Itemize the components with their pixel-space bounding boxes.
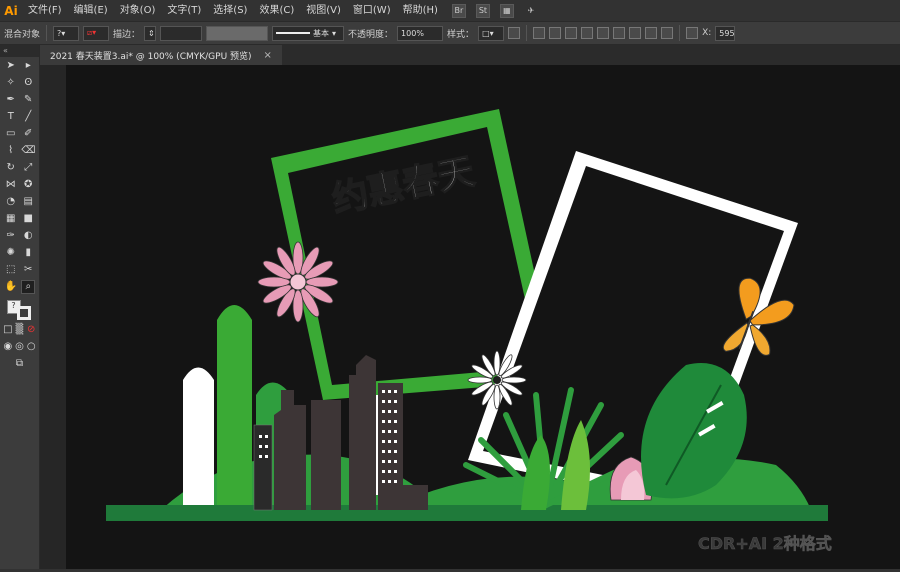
type-tool-icon[interactable]: T [4, 110, 18, 124]
hand-tool-icon[interactable]: ✋ [4, 280, 18, 294]
menu-file[interactable]: 文件(F) [22, 0, 68, 21]
screen-mode-icon[interactable]: ⧉ [13, 357, 27, 371]
white-pillar [183, 367, 214, 505]
width-tool-icon[interactable]: ⋈ [4, 178, 18, 192]
divider [526, 25, 528, 41]
fill-stroke-swatch-icon[interactable]: ? [5, 300, 35, 320]
artwork: 约惠春天 CDR+AI 2种格式 [106, 109, 832, 553]
menu-view[interactable]: 视图(V) [300, 0, 347, 21]
distribute-icon[interactable] [629, 27, 642, 39]
menu-edit[interactable]: 编辑(E) [68, 0, 114, 21]
gpu-performance-icon[interactable]: ✈ [524, 4, 538, 18]
shape-builder-tool-icon[interactable]: ◔ [4, 195, 18, 209]
menu-select[interactable]: 选择(S) [207, 0, 253, 21]
artboard-canvas[interactable]: 约惠春天 CDR+AI 2种格式 [66, 65, 900, 569]
tools-panel-collapse-icon[interactable]: « [0, 45, 39, 57]
arrange-documents-icon[interactable]: ▦ [499, 3, 514, 18]
x-field[interactable]: 595 [715, 25, 736, 41]
style-label: 样式： [447, 29, 475, 40]
graphic-style-swatch[interactable]: □▾ [478, 25, 505, 41]
bridge-icon[interactable]: Br [451, 3, 466, 18]
align-right-icon[interactable] [565, 27, 578, 39]
document-title: 2021 春天装置3.ai* @ 100% (CMYK/GPU 预览) [50, 51, 252, 62]
menu-bar: Ai 文件(F) 编辑(E) 对象(O) 文字(T) 选择(S) 效果(C) 视… [0, 0, 900, 21]
perspective-grid-tool-icon[interactable]: ▤ [21, 195, 35, 209]
menu-type[interactable]: 文字(T) [161, 0, 207, 21]
zoom-tool-icon[interactable]: ⌕ [21, 279, 36, 294]
reference-point-icon[interactable] [686, 27, 699, 39]
blend-tool-icon[interactable]: ◐ [21, 229, 35, 243]
stroke-label: 描边： [113, 29, 141, 40]
base-strip [106, 505, 828, 521]
align-left-icon[interactable] [533, 27, 546, 39]
slice-tool-icon[interactable]: ✂ [21, 263, 35, 277]
align-center-icon[interactable] [549, 27, 562, 39]
direct-selection-tool-icon[interactable]: ▸ [21, 59, 35, 73]
distribute-horizontal-icon[interactable] [645, 27, 658, 39]
draw-behind-icon[interactable]: ◎ [14, 340, 26, 354]
selection-tool-icon[interactable]: ➤ [4, 59, 18, 73]
brush-definition-dropdown[interactable]: 基本 ▾ [272, 25, 345, 41]
opacity-field[interactable]: 100% [397, 25, 444, 41]
gradient-tool-icon[interactable]: ■ [21, 212, 35, 226]
eraser-tool-icon[interactable]: ⌫ [21, 144, 35, 158]
menu-effect[interactable]: 效果(C) [253, 0, 300, 21]
pen-tool-icon[interactable]: ✒ [4, 93, 18, 107]
symbol-sprayer-tool-icon[interactable]: ✺ [4, 246, 18, 260]
stroke-weight-stepper[interactable]: ⇕ [144, 25, 157, 41]
column-graph-tool-icon[interactable]: ▮ [21, 246, 35, 260]
divider [679, 25, 681, 41]
align-bottom-icon[interactable] [613, 27, 626, 39]
gradient-mode-icon[interactable]: ▒ [14, 323, 26, 337]
menu-object[interactable]: 对象(O) [114, 0, 162, 21]
recolor-artwork-icon[interactable] [508, 27, 521, 39]
rectangle-tool-icon[interactable]: ▭ [4, 127, 18, 141]
divider [46, 25, 48, 41]
puppet-warp-tool-icon[interactable]: ✪ [21, 178, 35, 192]
draw-normal-icon[interactable]: ◉ [2, 340, 14, 354]
mesh-tool-icon[interactable]: ▦ [4, 212, 18, 226]
fill-swatch[interactable]: ?▾ [53, 25, 80, 41]
close-icon[interactable]: × [264, 50, 272, 61]
rotate-tool-icon[interactable]: ↻ [4, 161, 18, 175]
x-label: X: [702, 28, 712, 38]
menu-window[interactable]: 窗口(W) [347, 0, 397, 21]
tools-panel: « ➤ ▸ ✧ ʘ ✒ ✎ T ╱ ▭ ✐ ⌇ ⌫ ↻ ⤢ ⋈ ✪ ◔ ▤ ▦ ■ ✑ ◐ ✺ ▮ ⬚ ✂… [0, 45, 40, 569]
watermark-text: CDR+AI 2种格式 [698, 534, 832, 553]
brush-name: 基本 [313, 28, 330, 38]
document-tab[interactable]: 2021 春天装置3.ai* @ 100% (CMYK/GPU 预览) × [40, 45, 282, 65]
stroke-swatch[interactable]: ⧄▾ [83, 25, 110, 41]
stroke-weight-dropdown[interactable] [160, 25, 203, 41]
line-tool-icon[interactable]: ╱ [21, 110, 35, 124]
magic-wand-tool-icon[interactable]: ✧ [4, 76, 18, 90]
app-logo: Ai [4, 3, 18, 18]
brush-stroke-preview [276, 32, 311, 34]
shaper-tool-icon[interactable]: ⌇ [4, 144, 18, 158]
eyedropper-tool-icon[interactable]: ✑ [4, 229, 18, 243]
distribute-vertical-icon[interactable] [661, 27, 674, 39]
selection-type-label: 混合对象 [4, 29, 41, 40]
green-pillar [217, 305, 252, 505]
menu-help[interactable]: 帮助(H) [397, 0, 444, 21]
color-mode-icon[interactable]: □ [2, 323, 14, 337]
artboard-tool-icon[interactable]: ⬚ [4, 263, 18, 277]
align-top-icon[interactable] [581, 27, 594, 39]
stroke-swatch-icon[interactable] [16, 306, 31, 320]
none-mode-icon[interactable]: ⊘ [25, 323, 37, 337]
variable-width-profile[interactable] [206, 25, 269, 41]
document-tab-bar: 2021 春天装置3.ai* @ 100% (CMYK/GPU 预览) × [40, 45, 900, 65]
curvature-tool-icon[interactable]: ✎ [21, 93, 35, 107]
opacity-label: 不透明度： [348, 29, 394, 40]
control-bar: 混合对象 ?▾ ⧄▾ 描边： ⇕ 基本 ▾ 不透明度： 100% 样式： □▾ X… [0, 21, 900, 45]
stock-icon[interactable]: St [475, 3, 490, 18]
pasteboard-edge [40, 65, 66, 569]
draw-inside-icon[interactable]: ○ [25, 340, 37, 354]
align-middle-icon[interactable] [597, 27, 610, 39]
lasso-tool-icon[interactable]: ʘ [21, 76, 35, 90]
paintbrush-tool-icon[interactable]: ✐ [21, 127, 35, 141]
scale-tool-icon[interactable]: ⤢ [21, 161, 35, 175]
